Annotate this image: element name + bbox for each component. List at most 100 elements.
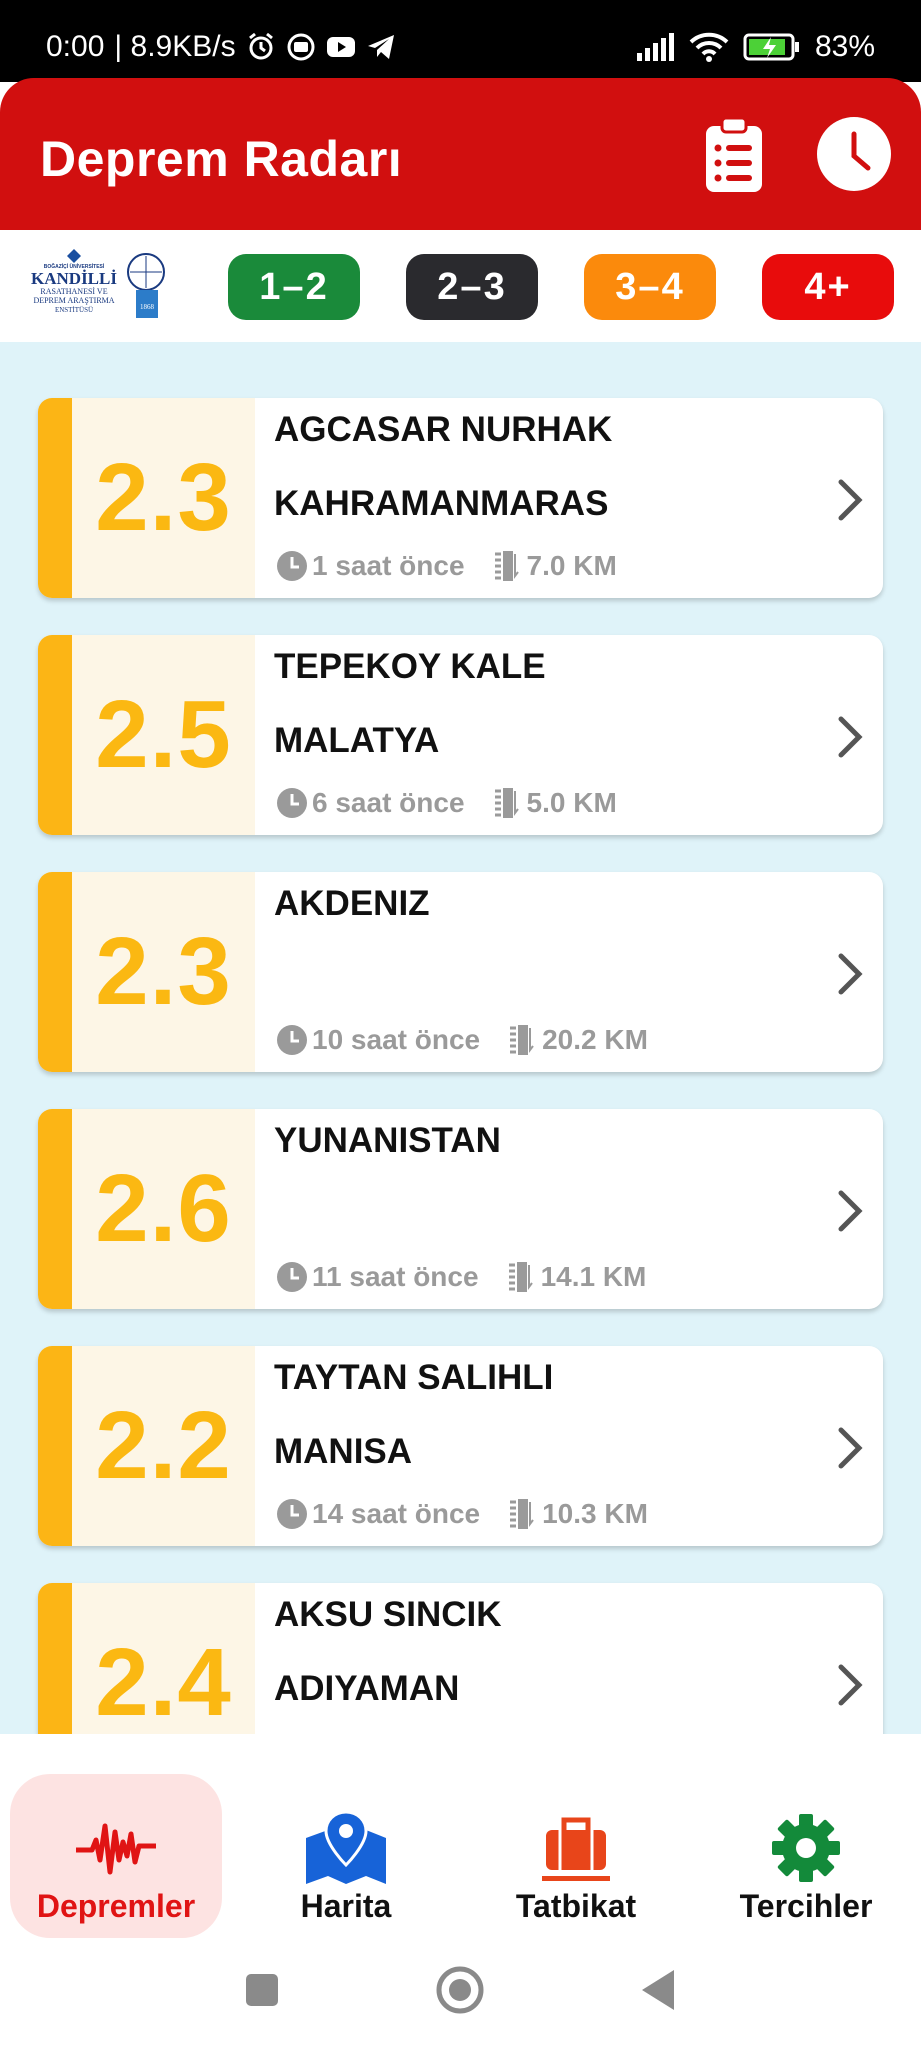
magnitude-value: 2.3 (95, 918, 232, 1025)
nav-label: Tercihler (739, 1888, 873, 1924)
magnitude-filter-row: BOĞAZİÇİ ÜNİVERSİTESİ KANDİLLİ RASATHANE… (0, 230, 921, 342)
home-button[interactable] (430, 1960, 490, 2020)
nav-label: Harita (300, 1888, 392, 1924)
app-bar: Deprem Radarı (0, 78, 921, 230)
clock-icon (277, 551, 307, 581)
logo-line5: ENSTİTÜSÜ (55, 306, 93, 314)
battery-icon (743, 33, 799, 61)
magnitude-value: 2.4 (95, 1629, 232, 1734)
logo-year: 1868 (140, 303, 155, 311)
location-line2: MALATYA (274, 721, 440, 760)
chevron-right-icon (838, 1190, 863, 1232)
filter-chip-3-4[interactable]: 3–4 (584, 254, 716, 320)
report-list-button[interactable] (694, 114, 774, 194)
nav-label: Depremler (36, 1888, 196, 1924)
history-clock-button[interactable] (814, 114, 894, 194)
kandilli-logo: BOĞAZİÇİ ÜNİVERSİTESİ KANDİLLİ RASATHANE… (31, 249, 165, 318)
severity-stripe (38, 398, 72, 598)
depth-ruler-icon (508, 1262, 533, 1292)
time-ago: 1 saat önce (312, 550, 465, 581)
chevron-right-icon (838, 1427, 863, 1469)
status-time: 0:00 (46, 30, 105, 63)
filter-chip-label: 4+ (804, 265, 852, 308)
time-ago: 11 saat önce (312, 1261, 479, 1292)
nav-tercihler[interactable]: Tercihler (700, 1774, 912, 1938)
seismograph-icon (76, 1823, 156, 1875)
clock-icon (277, 1262, 307, 1292)
system-navigation-bar (0, 1938, 921, 2048)
magnitude-value: 2.6 (95, 1155, 232, 1262)
app-title: Deprem Radarı (40, 131, 403, 187)
location-line1: AGCASAR NURHAK (274, 410, 613, 449)
location-line1: TEPEKOY KALE (274, 647, 546, 686)
gear-icon (772, 1814, 840, 1882)
earthquake-card[interactable]: 2.5 TEPEKOY KALE MALATYA 6 saat önce 5.0… (38, 635, 883, 835)
bottom-navigation: Depremler Harita Tatbikat Tercihler (0, 1774, 921, 1938)
signal-icon (636, 33, 674, 61)
chevron-right-icon (838, 716, 863, 758)
nav-harita[interactable]: Harita (240, 1774, 452, 1938)
time-ago: 14 saat önce (312, 1498, 481, 1529)
earthquake-card[interactable]: 2.3 AKDENIZ 10 saat önce 20.2 KM (38, 872, 883, 1072)
battery-percent: 83% (814, 30, 875, 63)
severity-stripe (38, 872, 72, 1072)
chevron-right-icon (838, 479, 863, 521)
depth-ruler-icon (494, 788, 519, 818)
magnitude-value: 2.2 (95, 1392, 232, 1499)
chevron-right-icon (838, 1664, 863, 1706)
location-line2: ADIYAMAN (274, 1669, 460, 1708)
nav-tatbikat[interactable]: Tatbikat (470, 1774, 682, 1938)
filter-chip-4-plus[interactable]: 4+ (762, 254, 894, 320)
depth-ruler-icon (510, 1025, 534, 1055)
location-line1: AKDENIZ (274, 884, 430, 923)
filter-chip-2-3[interactable]: 2–3 (406, 254, 538, 320)
severity-stripe (38, 1346, 72, 1546)
recent-apps-button[interactable] (232, 1960, 292, 2020)
magnitude-value: 2.3 (95, 444, 232, 551)
clock-icon (277, 1499, 307, 1529)
time-ago: 10 saat önce (312, 1024, 481, 1055)
depth-value: 7.0 KM (526, 550, 617, 581)
clock-icon (277, 1025, 307, 1055)
status-bar: 0:00 | 8.9KB/s 83% (0, 0, 921, 82)
earthquake-card[interactable]: 2.2 TAYTAN SALIHLI MANISA 14 saat önce 1… (38, 1346, 883, 1546)
logo-line2: KANDİLLİ (31, 269, 117, 288)
back-button[interactable] (630, 1960, 690, 2020)
filter-chip-label: 3–4 (615, 265, 685, 308)
location-line1: YUNANISTAN (274, 1121, 501, 1160)
earthquake-card[interactable]: 2.6 YUNANISTAN 11 saat önce 14.1 KM (38, 1109, 883, 1309)
depth-ruler-icon (510, 1499, 534, 1529)
app-notification-icon (287, 33, 315, 61)
youtube-icon (326, 37, 355, 57)
status-network-speed: | 8.9KB/s (114, 30, 236, 63)
depth-value: 20.2 KM (542, 1024, 648, 1055)
nav-depremler[interactable]: Depremler (10, 1774, 222, 1938)
depth-value: 5.0 KM (526, 787, 617, 818)
telegram-icon (367, 35, 394, 59)
location-line1: AKSU SINCIK (274, 1595, 502, 1634)
logo-line3: RASATHANESİ VE (40, 287, 107, 296)
location-line1: TAYTAN SALIHLI (274, 1358, 554, 1397)
location-line2: KAHRAMANMARAS (274, 484, 609, 523)
earthquake-list[interactable]: 2.3 AGCASAR NURHAK KAHRAMANMARAS 1 saat … (0, 342, 921, 1734)
wifi-icon (689, 32, 729, 62)
alarm-icon (248, 32, 273, 60)
depth-value: 10.3 KM (542, 1498, 648, 1529)
filter-chip-label: 2–3 (437, 265, 507, 308)
map-pin-icon (306, 1810, 386, 1884)
earthquake-card[interactable]: 2.4 AKSU SINCIK ADIYAMAN (38, 1583, 883, 1734)
chevron-right-icon (838, 953, 863, 995)
severity-stripe (38, 1583, 72, 1734)
magnitude-value: 2.5 (95, 681, 232, 788)
location-line2: MANISA (274, 1432, 413, 1471)
filter-chip-1-2[interactable]: 1–2 (228, 254, 360, 320)
earthquake-card[interactable]: 2.3 AGCASAR NURHAK KAHRAMANMARAS 1 saat … (38, 398, 883, 598)
severity-stripe (38, 635, 72, 835)
depth-ruler-icon (494, 551, 519, 581)
depth-value: 14.1 KM (540, 1261, 647, 1292)
time-ago: 6 saat önce (312, 787, 465, 818)
nav-label: Tatbikat (515, 1888, 637, 1924)
emergency-bag-icon (542, 1817, 610, 1881)
severity-stripe (38, 1109, 72, 1309)
clock-icon (277, 788, 307, 818)
